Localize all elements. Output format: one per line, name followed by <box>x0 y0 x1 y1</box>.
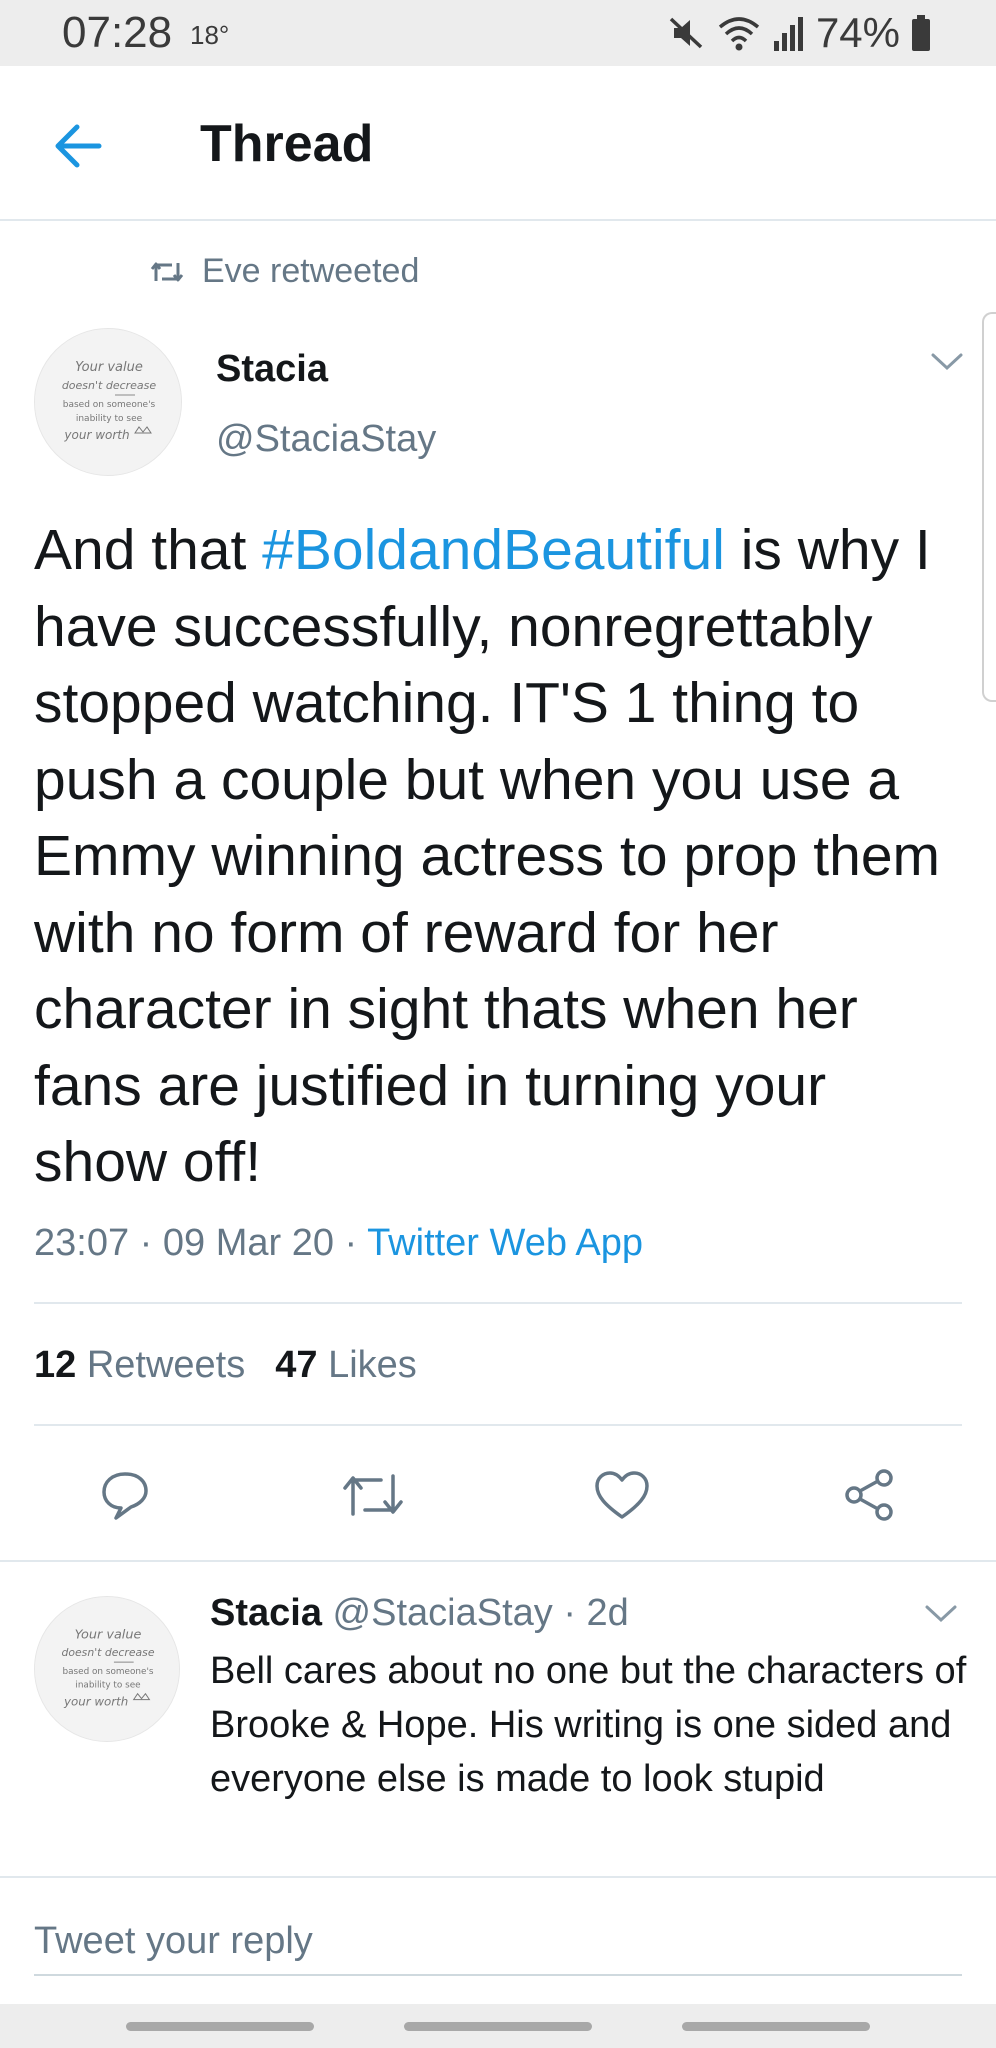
tweet-time: 23:07 <box>34 1222 130 1264</box>
hashtag-link[interactable]: #BoldandBeautiful <box>262 518 725 582</box>
reply-header: Stacia @StaciaStay · 2d <box>210 1592 629 1635</box>
reply-input[interactable] <box>34 1908 962 1976</box>
tweet-date[interactable]: 09 Mar 20 <box>163 1222 334 1264</box>
tweet-text-start: And that <box>34 518 263 582</box>
status-icons: 74% <box>666 9 932 56</box>
retweet-context-label: Eve retweeted <box>202 252 420 290</box>
status-time: 07:28 <box>62 8 173 57</box>
retweets-count: 12 <box>34 1344 77 1386</box>
svg-text:Your value: Your value <box>75 360 143 375</box>
reply-compose-bar <box>0 1876 996 2004</box>
page-title: Thread <box>200 115 374 173</box>
tweet-source[interactable]: Twitter Web App <box>367 1222 643 1264</box>
nav-recent-button[interactable] <box>126 2022 314 2031</box>
avatar-image: Your value doesn't decrease based on som… <box>35 1597 179 1741</box>
wifi-icon <box>718 17 760 51</box>
svg-text:doesn't decrease: doesn't decrease <box>62 379 157 392</box>
svg-text:your worth: your worth <box>63 428 129 442</box>
share-button[interactable] <box>835 1460 905 1530</box>
reply-author-name[interactable]: Stacia <box>210 1592 322 1634</box>
svg-text:doesn't decrease: doesn't decrease <box>61 1646 154 1659</box>
reply-text-container[interactable]: Bell cares about no one but the characte… <box>210 1644 970 1876</box>
mute-icon <box>669 17 703 49</box>
scrollbar[interactable] <box>982 312 996 702</box>
retweet-icon <box>343 1474 403 1516</box>
back-button[interactable] <box>48 116 108 176</box>
thread-divider <box>0 1560 996 1562</box>
reply-avatar[interactable]: Your value doesn't decrease based on som… <box>34 1596 180 1742</box>
meta-separator: · <box>333 1222 368 1264</box>
reply-icon <box>102 1472 148 1520</box>
like-button[interactable] <box>587 1460 657 1530</box>
reply-age: 2d <box>586 1592 629 1634</box>
retweet-icon <box>150 262 184 281</box>
author-name[interactable]: Stacia <box>216 348 328 391</box>
author-handle[interactable]: @StaciaStay <box>216 418 436 461</box>
svg-text:based on someone's: based on someone's <box>63 400 156 410</box>
meta-separator: · <box>129 1222 163 1264</box>
svg-text:based on someone's: based on someone's <box>62 1667 153 1677</box>
tweet-menu-button[interactable] <box>930 352 964 377</box>
chevron-down-icon <box>925 1605 957 1623</box>
status-temperature: 18° <box>190 20 230 50</box>
tweet-stats: 12 Retweets 47 Likes <box>34 1344 417 1387</box>
divider <box>34 1424 962 1426</box>
retweet-context[interactable]: Eve retweeted <box>150 252 419 291</box>
chevron-down-icon <box>931 353 963 371</box>
likes-label: Likes <box>317 1344 417 1386</box>
thread-header: Thread <box>0 66 996 221</box>
like-icon <box>595 1471 649 1519</box>
share-icon <box>845 1469 893 1521</box>
reply-author-handle[interactable]: @StaciaStay <box>333 1592 553 1634</box>
battery-percent: 74% <box>815 9 900 56</box>
retweet-button[interactable] <box>338 1460 408 1530</box>
svg-text:Your value: Your value <box>75 1627 142 1642</box>
battery-icon <box>912 15 930 51</box>
likes-stat[interactable]: 47 Likes <box>275 1344 417 1386</box>
reply-text: Bell cares about no one but the characte… <box>210 1650 967 1800</box>
retweets-stat[interactable]: 12 Retweets <box>34 1344 245 1386</box>
tweet-text: And that #BoldandBeautiful is why I have… <box>34 512 974 1201</box>
svg-text:your worth: your worth <box>63 1695 128 1709</box>
reply-button[interactable] <box>90 1460 160 1530</box>
divider <box>34 1302 962 1304</box>
avatar[interactable]: Your value doesn't decrease based on som… <box>34 328 182 476</box>
meta-separator: · <box>552 1592 587 1634</box>
svg-text:inability to see: inability to see <box>76 414 143 424</box>
tweet-actions <box>0 1460 996 1530</box>
tweet-metadata: 23:07 · 09 Mar 20 · Twitter Web App <box>34 1222 643 1265</box>
reply-menu-button[interactable] <box>924 1604 958 1629</box>
svg-text:inability to see: inability to see <box>75 1681 140 1691</box>
tweet-text-end: is why I have successfully, nonregrettab… <box>34 518 941 1194</box>
retweets-label: Retweets <box>76 1344 246 1386</box>
nav-back-button[interactable] <box>682 2022 870 2031</box>
nav-home-button[interactable] <box>404 2022 592 2031</box>
status-bar: 07:28 18° 74% <box>0 0 996 66</box>
likes-count: 47 <box>275 1344 318 1386</box>
signal-icon <box>773 17 803 51</box>
back-arrow-icon <box>55 124 102 168</box>
avatar-image: Your value doesn't decrease based on som… <box>35 329 181 475</box>
system-nav-bar <box>0 2004 996 2048</box>
